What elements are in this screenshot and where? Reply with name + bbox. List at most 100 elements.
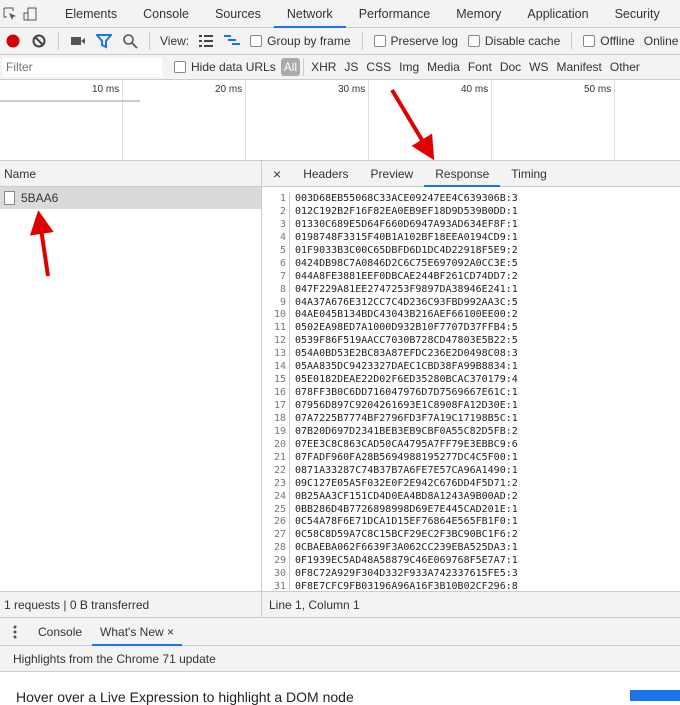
filter-type-all[interactable]: All bbox=[280, 58, 301, 76]
response-line: 3 01330C689E5D64F660D6947A93AD634EF8F:1 bbox=[262, 217, 680, 231]
line-content: 0C58C8D59A7C8C15BCF29EC2F3BC90BC1F6:2 bbox=[295, 529, 518, 541]
response-line: 30 0F8C72A929F304D332F933A742337615FE5:3 bbox=[262, 567, 680, 581]
offline-label: Offline bbox=[600, 34, 635, 48]
whats-new-label: What's New bbox=[100, 624, 164, 639]
line-number: 8 bbox=[262, 282, 290, 296]
group-by-frame-checkbox[interactable]: Group by frame bbox=[250, 34, 351, 48]
divider bbox=[58, 32, 59, 50]
tab-elements[interactable]: Elements bbox=[52, 0, 130, 28]
tab-security[interactable]: Security bbox=[602, 0, 673, 28]
tab-timing[interactable]: Timing bbox=[500, 161, 558, 187]
view-label: View: bbox=[160, 34, 190, 48]
filter-type-js[interactable]: JS bbox=[344, 60, 358, 74]
preserve-log-label: Preserve log bbox=[390, 34, 458, 48]
filter-type-manifest[interactable]: Manifest bbox=[557, 60, 602, 74]
response-line: 16 078FF3B0C6DD716047976D7D7569667E61C:1 bbox=[262, 386, 680, 399]
waterfall-overview-icon[interactable] bbox=[221, 30, 243, 52]
close-icon[interactable]: × bbox=[167, 625, 174, 639]
response-line: 1 003D68EB55068C33ACE09247EE4C639306B:3 bbox=[262, 192, 680, 205]
response-line: 14 05AA835DC9423327DAEC1CBD38FA99B8834:1 bbox=[262, 360, 680, 374]
tab-performance[interactable]: Performance bbox=[346, 0, 444, 28]
tab-console[interactable]: Console bbox=[130, 0, 202, 28]
tab-headers[interactable]: Headers bbox=[292, 161, 359, 187]
line-number: 24 bbox=[262, 489, 290, 503]
response-line: 2 012C192B2F16F82EA0EB9EF18D9D539B0DD:1 bbox=[262, 204, 680, 218]
filter-type-css[interactable]: CSS bbox=[366, 60, 391, 74]
record-button[interactable] bbox=[2, 30, 24, 52]
response-body[interactable]: 1 003D68EB55068C33ACE09247EE4C639306B:3 2 0… bbox=[262, 188, 680, 591]
preserve-log-checkbox[interactable]: Preserve log bbox=[373, 34, 458, 48]
filter-bar: Hide data URLs All XHR JS CSS Img Media … bbox=[0, 55, 680, 80]
request-detail-panel: × Headers Preview Response Timing 1 003D6… bbox=[262, 161, 680, 591]
name-column-header[interactable]: Name bbox=[0, 161, 261, 187]
tab-preview[interactable]: Preview bbox=[360, 161, 425, 187]
response-line: 21 07FADF960FA28B5694988195277DC4C5F00:1 bbox=[262, 450, 680, 464]
line-content: 0424DB98C7A0846D2C6C75E697092A0CC3E:5 bbox=[295, 257, 518, 269]
response-line: 6 0424DB98C7A0846D2C6C75E697092A0CC3E:5 bbox=[262, 256, 680, 270]
tab-memory[interactable]: Memory bbox=[443, 0, 514, 28]
more-menu-icon[interactable] bbox=[4, 621, 26, 643]
filter-type-doc[interactable]: Doc bbox=[500, 60, 521, 74]
screenshot-camera-icon[interactable] bbox=[67, 30, 89, 52]
line-number: 13 bbox=[262, 347, 290, 361]
request-row[interactable]: 5BAA6 bbox=[0, 187, 261, 209]
offline-checkbox[interactable]: Offline bbox=[583, 34, 635, 48]
large-rows-icon[interactable] bbox=[195, 30, 217, 52]
line-content: 09C127E05A5F032E0F2E942C676DD4F5D71:2 bbox=[295, 477, 518, 489]
filter-icon[interactable] bbox=[93, 30, 115, 52]
tab-application[interactable]: Application bbox=[514, 0, 601, 28]
line-content: 05E0182DEAE22D02F6ED35280BCAC370179:4 bbox=[295, 374, 518, 386]
drawer-tabs: Console What's New × bbox=[0, 618, 680, 646]
response-line: 17 07956D897C9204261693E1C8908FA12D30E:1 bbox=[262, 399, 680, 412]
line-number: 9 bbox=[262, 295, 290, 309]
name-header-label: Name bbox=[4, 166, 37, 181]
filter-type-media[interactable]: Media bbox=[427, 60, 460, 74]
line-content: 0F8C72A929F304D332F933A742337615FE5:3 bbox=[295, 568, 518, 580]
filter-type-other[interactable]: Other bbox=[610, 60, 640, 74]
line-number: 22 bbox=[262, 463, 290, 477]
network-overview-timeline[interactable]: 10 ms 20 ms 30 ms 40 ms 50 ms bbox=[0, 80, 680, 161]
line-content: 0871A33287C74B37B7A6FE7E57CA96A1490:1 bbox=[295, 464, 518, 476]
response-line: 9 04A37A676E312CC7C4D236C93FBD992AA3C:5 bbox=[262, 295, 680, 309]
drawer-tab-console[interactable]: Console bbox=[28, 625, 92, 639]
grid-line bbox=[368, 80, 369, 160]
whats-new-item[interactable]: Hover over a Live Expression to highligh… bbox=[16, 689, 354, 705]
line-number: 16 bbox=[262, 386, 290, 399]
tab-response[interactable]: Response bbox=[424, 161, 501, 187]
line-content: 0502EA98ED7A1000D932B10F7707D37FFB4:5 bbox=[295, 322, 518, 334]
disable-cache-checkbox[interactable]: Disable cache bbox=[467, 34, 561, 48]
filter-input[interactable] bbox=[2, 57, 162, 77]
throttling-select[interactable]: Online bbox=[644, 34, 679, 48]
divider bbox=[571, 32, 573, 50]
drawer-tab-whats-new[interactable]: What's New × bbox=[92, 618, 183, 646]
search-icon[interactable] bbox=[119, 30, 141, 52]
line-content: 044A8FE3881EEF0DBCAE244BF261CD74DD7:2 bbox=[295, 270, 518, 282]
line-content: 078FF3B0C6DD716047976D7D7569667E61C:1 bbox=[295, 387, 518, 399]
filter-type-ws[interactable]: WS bbox=[529, 60, 548, 74]
hide-data-urls-checkbox[interactable]: Hide data URLs bbox=[174, 60, 276, 74]
line-content: 01330C689E5D64F660D6947A93AD634EF8F:1 bbox=[295, 218, 518, 230]
request-list: Name 5BAA6 bbox=[0, 161, 262, 591]
tab-network[interactable]: Network bbox=[273, 0, 346, 28]
inspect-element-icon[interactable] bbox=[2, 3, 18, 25]
device-toolbar-icon[interactable] bbox=[22, 3, 38, 25]
close-detail-button[interactable]: × bbox=[262, 161, 292, 187]
tick-label: 40 ms bbox=[461, 84, 489, 95]
cursor-position: Line 1, Column 1 bbox=[269, 597, 360, 612]
filter-type-xhr[interactable]: XHR bbox=[311, 60, 336, 74]
line-number: 14 bbox=[262, 360, 290, 374]
disable-cache-label: Disable cache bbox=[484, 34, 561, 48]
response-line: 22 0871A33287C74B37B7A6FE7E57CA96A1490:1 bbox=[262, 463, 680, 477]
line-number: 7 bbox=[262, 269, 290, 283]
line-content: 003D68EB55068C33ACE09247EE4C639306B:3 bbox=[295, 193, 518, 204]
response-line: 4 0198748F3315F40B1A102BF18EEA0194CD9:1 bbox=[262, 230, 680, 244]
clear-icon[interactable] bbox=[28, 30, 50, 52]
filter-type-font[interactable]: Font bbox=[468, 60, 492, 74]
tab-sources[interactable]: Sources bbox=[202, 0, 274, 28]
filter-type-img[interactable]: Img bbox=[399, 60, 419, 74]
tick-label: 20 ms bbox=[215, 84, 243, 95]
response-line: 25 0BB286D4B7726898998D69E7E445CAD201E:1 bbox=[262, 502, 680, 516]
response-line: 27 0C58C8D59A7C8C15BCF29EC2F3BC90BC1F6:2 bbox=[262, 528, 680, 542]
line-content: 04A37A676E312CC7C4D236C93FBD992AA3C:5 bbox=[295, 296, 518, 308]
tab-audits[interactable]: Au bbox=[673, 0, 680, 28]
